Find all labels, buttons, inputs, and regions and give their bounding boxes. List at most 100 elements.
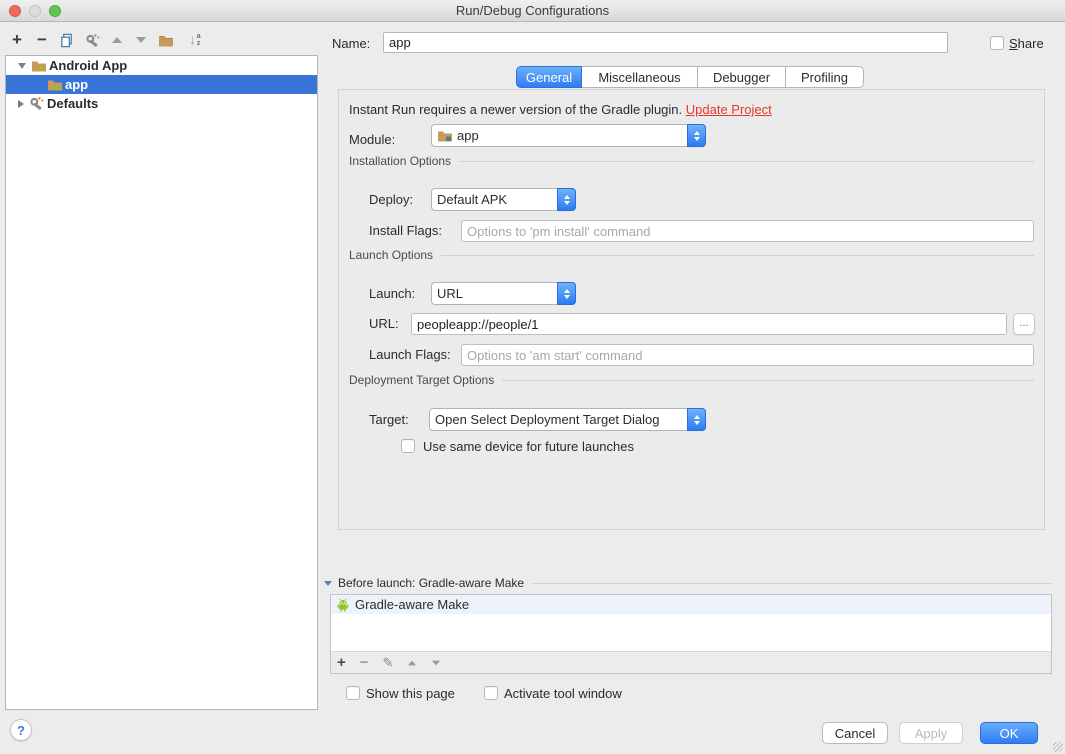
dropdown-stepper-icon — [687, 408, 706, 431]
tree-item-label: Defaults — [47, 96, 99, 111]
run-debug-configurations-dialog: Run/Debug Configurations + − ↓ a z Andro… — [0, 0, 1065, 754]
tree-item-label: app — [65, 77, 89, 92]
module-label: Module: — [349, 132, 396, 147]
tab-general[interactable]: General — [516, 66, 582, 88]
general-tab-panel: Instant Run requires a newer version of … — [338, 89, 1045, 530]
launch-options-section: Launch Options — [349, 248, 1034, 262]
dropdown-stepper-icon — [687, 124, 706, 147]
before-launch-item-label: Gradle-aware Make — [355, 597, 470, 612]
target-label: Target: — [369, 412, 409, 427]
move-task-down-button[interactable] — [432, 660, 441, 665]
android-robot-icon — [337, 598, 349, 612]
folder-icon — [159, 35, 173, 46]
install-flags-label: Install Flags: — [369, 223, 442, 238]
launch-flags-input[interactable] — [461, 344, 1034, 366]
tree-item-defaults[interactable]: Defaults — [6, 94, 317, 113]
target-select-value: Open Select Deployment Target Dialog — [435, 412, 660, 427]
launch-select[interactable]: URL — [431, 282, 576, 305]
tree-item-android-app[interactable]: Android App — [6, 56, 317, 75]
activate-tool-window-checkbox[interactable] — [484, 686, 498, 700]
minus-icon: − — [37, 30, 47, 49]
install-flags-input[interactable] — [461, 220, 1034, 242]
move-task-up-button[interactable] — [408, 660, 417, 665]
edit-defaults-button[interactable] — [84, 31, 102, 49]
section-divider — [502, 379, 1034, 381]
expanded-arrow-icon[interactable] — [18, 62, 26, 69]
tab-profiling[interactable]: Profiling — [786, 66, 864, 88]
android-app-folder-icon — [48, 80, 62, 91]
copy-configuration-button[interactable] — [58, 31, 76, 49]
remove-task-button[interactable]: − — [360, 655, 369, 670]
add-configuration-button[interactable]: + — [8, 31, 26, 49]
move-down-button[interactable] — [132, 31, 150, 49]
cancel-button[interactable]: Cancel — [822, 722, 888, 744]
warning-text: Instant Run requires a newer version of … — [349, 102, 683, 117]
configurations-tree: Android App app Defaults — [5, 55, 318, 710]
update-project-link[interactable]: Update Project — [686, 102, 772, 117]
launch-select-value: URL — [437, 286, 464, 301]
help-icon: ? — [17, 722, 25, 738]
launch-label: Launch: — [369, 286, 416, 301]
tree-item-label: Android App — [49, 58, 128, 73]
copy-icon — [61, 33, 72, 47]
dropdown-stepper-icon — [557, 188, 576, 211]
plus-icon: + — [12, 30, 22, 49]
android-app-folder-icon — [32, 61, 46, 72]
sort-arrow-icon: ↓ — [189, 32, 196, 47]
share-checkbox[interactable] — [990, 36, 1004, 50]
resize-grip[interactable] — [1053, 742, 1063, 752]
show-this-page-checkbox[interactable] — [346, 686, 360, 700]
use-same-device-checkbox[interactable] — [401, 439, 415, 453]
arrow-down-icon — [136, 37, 146, 43]
dropdown-stepper-icon — [557, 282, 576, 305]
tab-miscellaneous[interactable]: Miscellaneous — [582, 66, 698, 88]
name-input[interactable] — [383, 32, 948, 53]
module-select[interactable]: app — [431, 124, 706, 147]
before-launch-item[interactable]: Gradle-aware Make — [331, 595, 1051, 614]
collapsed-arrow-icon[interactable] — [18, 99, 24, 108]
url-label: URL: — [369, 316, 399, 331]
before-launch-title: Before launch: Gradle-aware Make — [338, 576, 525, 590]
section-divider — [459, 160, 1034, 162]
deploy-select[interactable]: Default APK — [431, 188, 576, 211]
instant-run-warning: Instant Run requires a newer version of … — [349, 102, 772, 117]
url-input[interactable] — [411, 313, 1007, 335]
window-title: Run/Debug Configurations — [455, 3, 610, 18]
tab-debugger[interactable]: Debugger — [698, 66, 786, 88]
target-select[interactable]: Open Select Deployment Target Dialog — [429, 408, 706, 431]
add-task-button[interactable]: + — [337, 655, 346, 670]
move-up-button[interactable] — [108, 31, 126, 49]
tab-bar: General Miscellaneous Debugger Profiling — [516, 66, 864, 88]
sort-configurations-button[interactable]: ↓ az — [183, 31, 207, 49]
before-launch-toolbar: + − ✎ — [331, 651, 1051, 673]
deploy-select-value: Default APK — [437, 192, 508, 207]
before-launch-list: Gradle-aware Make + − ✎ — [330, 594, 1052, 674]
ok-button[interactable]: OK — [980, 722, 1038, 744]
show-this-page-label: Show this page — [366, 686, 455, 701]
deployment-target-options-section: Deployment Target Options — [349, 373, 1034, 387]
apply-button[interactable]: Apply — [899, 722, 963, 744]
tree-item-app[interactable]: app — [6, 75, 317, 94]
help-button[interactable]: ? — [10, 719, 32, 741]
module-select-value: app — [457, 128, 479, 143]
sort-az-icon: az — [196, 33, 201, 47]
remove-configuration-button[interactable]: − — [33, 31, 51, 49]
before-launch-header: Before launch: Gradle-aware Make — [324, 576, 1052, 590]
titlebar: Run/Debug Configurations — [0, 0, 1065, 22]
create-folder-button[interactable] — [157, 31, 175, 49]
installation-options-section: Installation Options — [349, 154, 1034, 168]
use-same-device-label: Use same device for future launches — [423, 439, 634, 454]
name-label: Name: — [332, 36, 371, 51]
browse-url-button[interactable]: ... — [1013, 313, 1035, 335]
activate-tool-window-label: Activate tool window — [504, 686, 622, 701]
module-folder-icon — [438, 131, 452, 142]
wrench-icon — [30, 97, 44, 110]
section-divider — [441, 254, 1034, 256]
deploy-label: Deploy: — [369, 192, 414, 207]
edit-task-button[interactable]: ✎ — [383, 655, 394, 670]
collapse-triangle-icon[interactable] — [324, 580, 332, 586]
configurations-toolbar: + − ↓ a z — [0, 26, 318, 55]
share-label: Share — [1009, 36, 1044, 51]
arrow-up-icon — [112, 37, 122, 43]
section-divider — [532, 582, 1052, 584]
